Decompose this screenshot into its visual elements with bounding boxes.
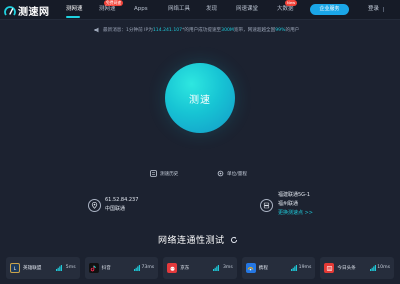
site-latency: 73ms [141,265,155,270]
lol-logo-icon: L [10,263,20,273]
nav-item-bigdata[interactable]: 大数据 [277,6,294,13]
nav-divider [383,7,384,12]
nav-item-discover[interactable]: 发现 [206,6,217,13]
site-latency: 5ms [65,265,76,270]
nav-item-speedtest[interactable]: 测网速 [66,6,83,13]
logo-text: 测速网 [18,7,50,18]
latest-news-bar: 最新消息：1分钟前 IP为114.241.107*的用户成功提速至300M宽带，… [94,26,299,34]
logo-icon [4,5,16,16]
unit-range-button[interactable]: 单位/量程 [217,170,247,177]
nav-item-network-tools[interactable]: 网络工具 [168,6,190,13]
site-latency: 10ms [377,265,390,270]
login-link[interactable]: 登录 [368,6,379,13]
server-name: 福建联通5G-1 [278,192,311,198]
start-speedtest-label: 测速 [189,94,211,106]
site-card-lol[interactable]: L 英雄联盟 5ms [6,257,80,279]
site-card-toutiao[interactable]: 今日头条 10ms [320,257,394,279]
douyin-logo-icon [88,263,99,273]
enterprise-service-button[interactable]: 企业服务 [310,4,349,15]
refresh-icon[interactable] [230,236,238,244]
nav-item-pro-speedtest[interactable]: 测网速 [99,6,116,13]
signal-bars-icon [291,265,298,271]
speedtest-history-label: 测速历史 [160,171,179,177]
signal-bars-icon [55,265,62,271]
site-name: 今日头条 [337,266,356,271]
top-nav: 测速网 测网速 测网速 免费网速 Apps 网络工具 发现 网速课堂 大数据 N… [0,0,400,20]
nav-item-apps[interactable]: Apps [134,6,148,13]
jd-logo-icon [167,263,178,273]
toutiao-logo-icon [324,263,335,273]
site-name: 携程 [258,266,268,271]
client-location-icon [88,199,101,212]
logo[interactable]: 测速网 [4,4,50,18]
site-latency: 19ms [298,265,312,270]
client-isp: 中国联通 [105,206,126,212]
site-name: 抖音 [101,266,111,271]
nav-item-classroom[interactable]: 网速课堂 [236,6,258,13]
signal-bars-icon [134,265,141,271]
site-name: 京东 [180,266,190,271]
client-ip: 61.52.84.237 [105,197,139,203]
site-card-douyin[interactable]: 抖音 73ms [84,257,159,279]
connectivity-title-row: 网络连通性测试 [158,233,238,246]
latest-news-text: 最新消息：1分钟前 IP为114.241.107*的用户成功提速至300M宽带，… [103,28,300,33]
connectivity-title: 网络连通性测试 [158,236,225,246]
start-speedtest-button[interactable]: 测速 [165,63,235,133]
change-server-link[interactable]: 更换测速点 >> [278,209,313,217]
free-badge: 免费网速 [104,0,124,6]
site-card-jd[interactable]: 京东 3ms [163,257,237,279]
megaphone-icon [94,27,99,33]
site-latency: 3ms [222,265,233,270]
unit-range-label: 单位/量程 [227,171,247,177]
connectivity-sites: L 英雄联盟 5ms 抖音 73ms 京东 3ms 携程 19ms 今日头条 1… [6,257,394,279]
server-icon [260,199,273,212]
new-badge: New [285,0,298,6]
speedtest-history-button[interactable]: 测速历史 [150,170,178,177]
signal-bars-icon [369,265,376,271]
ctrip-logo-icon [245,263,256,273]
signal-bars-icon [212,265,219,271]
gear-icon [217,170,224,177]
site-name: 英雄联盟 [23,266,42,271]
history-icon [150,170,157,177]
nav-active-underline [66,16,80,18]
server-location: 福州联通 [278,201,299,207]
site-card-ctrip[interactable]: 携程 19ms [241,257,316,279]
